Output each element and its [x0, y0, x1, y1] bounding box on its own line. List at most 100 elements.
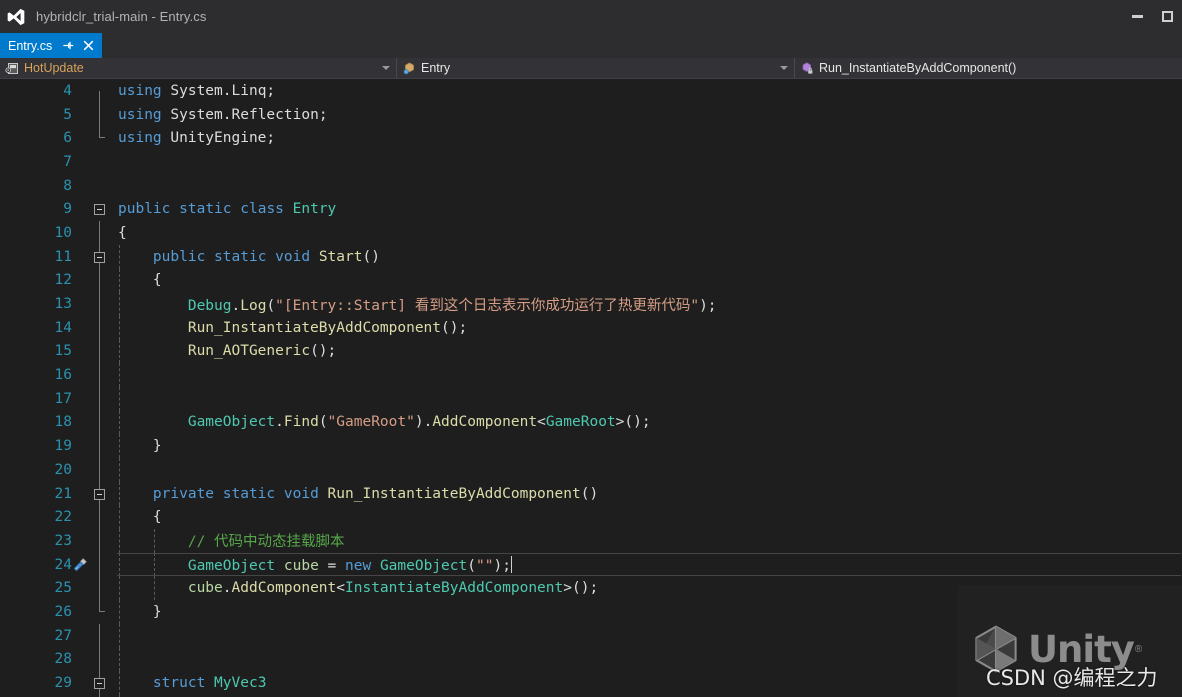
fold-margin[interactable] — [86, 363, 116, 387]
code-line[interactable]: 20 — [0, 458, 1182, 482]
code-text[interactable]: private static void Run_InstantiateByAdd… — [116, 486, 1182, 502]
pin-icon[interactable] — [61, 39, 75, 53]
code-line[interactable]: 11 public static void Start() — [0, 244, 1182, 269]
code-text[interactable]: Run_AOTGeneric(); — [116, 343, 1182, 359]
glyph-margin[interactable] — [72, 434, 86, 458]
fold-margin[interactable] — [86, 576, 116, 601]
glyph-margin[interactable] — [72, 529, 86, 553]
fold-margin[interactable] — [86, 150, 116, 174]
glyph-margin[interactable] — [72, 150, 86, 174]
fold-margin[interactable] — [86, 315, 116, 340]
chevron-down-icon[interactable] — [382, 58, 390, 78]
code-line[interactable]: 15 Run_AOTGeneric(); — [0, 339, 1182, 364]
glyph-margin[interactable] — [72, 411, 86, 435]
glyph-margin[interactable] — [72, 292, 86, 316]
glyph-margin[interactable] — [72, 316, 86, 340]
code-line[interactable]: 18 GameObject.Find("GameRoot").AddCompon… — [0, 410, 1182, 435]
code-line[interactable]: 19 } — [0, 434, 1182, 458]
glyph-margin[interactable] — [72, 482, 86, 506]
code-text[interactable]: GameObject.Find("GameRoot").AddComponent… — [116, 414, 1182, 430]
code-text[interactable]: Debug.Log("[Entry::Start] 看到这个日志表示你成功运行了… — [116, 294, 1182, 315]
glyph-margin[interactable] — [72, 553, 87, 577]
fold-margin[interactable] — [86, 126, 116, 150]
collapse-toggle[interactable] — [94, 488, 105, 500]
code-line[interactable]: 24 GameObject cube = new GameObject(""); — [0, 552, 1182, 577]
fold-margin[interactable] — [86, 79, 116, 103]
fold-margin[interactable] — [86, 386, 116, 411]
navbar-member-dropdown[interactable]: Run_InstantiateByAddComponent() — [795, 58, 1182, 78]
chevron-down-icon[interactable] — [780, 58, 788, 78]
glyph-margin[interactable] — [72, 197, 86, 221]
glyph-margin[interactable] — [72, 340, 86, 364]
code-line[interactable]: 16 — [0, 363, 1182, 387]
glyph-margin[interactable] — [72, 245, 86, 269]
code-line[interactable]: 17 — [0, 386, 1182, 411]
fold-margin[interactable] — [86, 552, 116, 577]
code-text[interactable]: { — [116, 272, 1182, 288]
fold-margin[interactable] — [86, 671, 116, 695]
fold-margin[interactable] — [86, 434, 116, 458]
code-line[interactable]: 4 using System.Linq; — [0, 79, 1182, 103]
code-text[interactable]: using System.Linq; — [116, 83, 1182, 99]
glyph-margin[interactable] — [72, 103, 86, 127]
code-text[interactable]: } — [116, 438, 1182, 454]
glyph-margin[interactable] — [72, 221, 86, 245]
collapse-toggle[interactable] — [94, 678, 105, 690]
code-text[interactable]: Run_InstantiateByAddComponent(); — [116, 320, 1182, 336]
fold-margin[interactable] — [86, 174, 116, 198]
code-text[interactable]: { — [116, 509, 1182, 525]
fold-margin[interactable] — [86, 505, 116, 530]
fold-margin[interactable] — [86, 197, 116, 221]
code-text[interactable]: GameObject cube = new GameObject(""); — [116, 555, 1182, 574]
fold-margin[interactable] — [86, 221, 116, 245]
fold-margin[interactable] — [86, 292, 116, 316]
glyph-margin[interactable] — [72, 363, 86, 387]
glyph-margin[interactable] — [72, 269, 86, 293]
code-line[interactable]: 14 Run_InstantiateByAddComponent(); — [0, 315, 1182, 340]
code-line[interactable]: 13 Debug.Log("[Entry::Start] 看到这个日志表示你成功… — [0, 292, 1182, 316]
code-line[interactable]: 12 { — [0, 268, 1182, 293]
code-text[interactable]: // 代码中动态挂载脚本 — [116, 530, 1182, 551]
code-line[interactable]: 9 public static class Entry — [0, 197, 1182, 221]
glyph-margin[interactable] — [72, 648, 86, 672]
code-line[interactable]: 23 // 代码中动态挂载脚本 — [0, 529, 1182, 553]
glyph-margin[interactable] — [72, 624, 86, 648]
maximize-button[interactable] — [1152, 5, 1182, 29]
glyph-margin[interactable] — [72, 174, 86, 198]
close-icon[interactable] — [81, 39, 95, 53]
code-line[interactable]: 6 using UnityEngine; — [0, 126, 1182, 150]
glyph-margin[interactable] — [72, 79, 86, 103]
glyph-margin[interactable] — [72, 458, 86, 482]
collapse-toggle[interactable] — [94, 251, 105, 263]
fold-margin[interactable] — [86, 102, 116, 127]
code-line[interactable]: 10 { — [0, 221, 1182, 245]
fold-margin[interactable] — [86, 339, 116, 364]
code-text[interactable]: public static void Start() — [116, 249, 1182, 265]
glyph-margin[interactable] — [72, 576, 86, 600]
glyph-margin[interactable] — [72, 505, 86, 529]
navbar-type-dropdown[interactable]: Entry — [397, 58, 795, 78]
collapse-toggle[interactable] — [94, 204, 105, 216]
glyph-margin[interactable] — [72, 671, 86, 695]
code-line[interactable]: 8 — [0, 174, 1182, 198]
code-line[interactable]: 5 using System.Reflection; — [0, 102, 1182, 127]
tab-entry-cs[interactable]: Entry.cs — [0, 33, 103, 58]
code-text[interactable]: using System.Reflection; — [116, 107, 1182, 123]
code-line[interactable]: 21 private static void Run_InstantiateBy… — [0, 481, 1182, 506]
fold-margin[interactable] — [86, 244, 116, 269]
fold-margin[interactable] — [86, 623, 116, 648]
fold-margin[interactable] — [86, 600, 116, 624]
navbar-project-dropdown[interactable]: HotUpdate — [0, 58, 397, 78]
glyph-margin[interactable] — [72, 126, 86, 150]
code-text[interactable]: public static class Entry — [116, 201, 1182, 217]
code-line[interactable]: 22 { — [0, 505, 1182, 530]
minimize-button[interactable] — [1122, 5, 1152, 29]
code-text[interactable]: { — [116, 225, 1182, 241]
fold-margin[interactable] — [86, 268, 116, 293]
code-text[interactable]: using UnityEngine; — [116, 130, 1182, 146]
code-line[interactable]: 7 — [0, 150, 1182, 174]
fold-margin[interactable] — [86, 647, 116, 672]
glyph-margin[interactable] — [72, 600, 86, 624]
glyph-margin[interactable] — [72, 387, 86, 411]
fold-margin[interactable] — [86, 529, 116, 553]
